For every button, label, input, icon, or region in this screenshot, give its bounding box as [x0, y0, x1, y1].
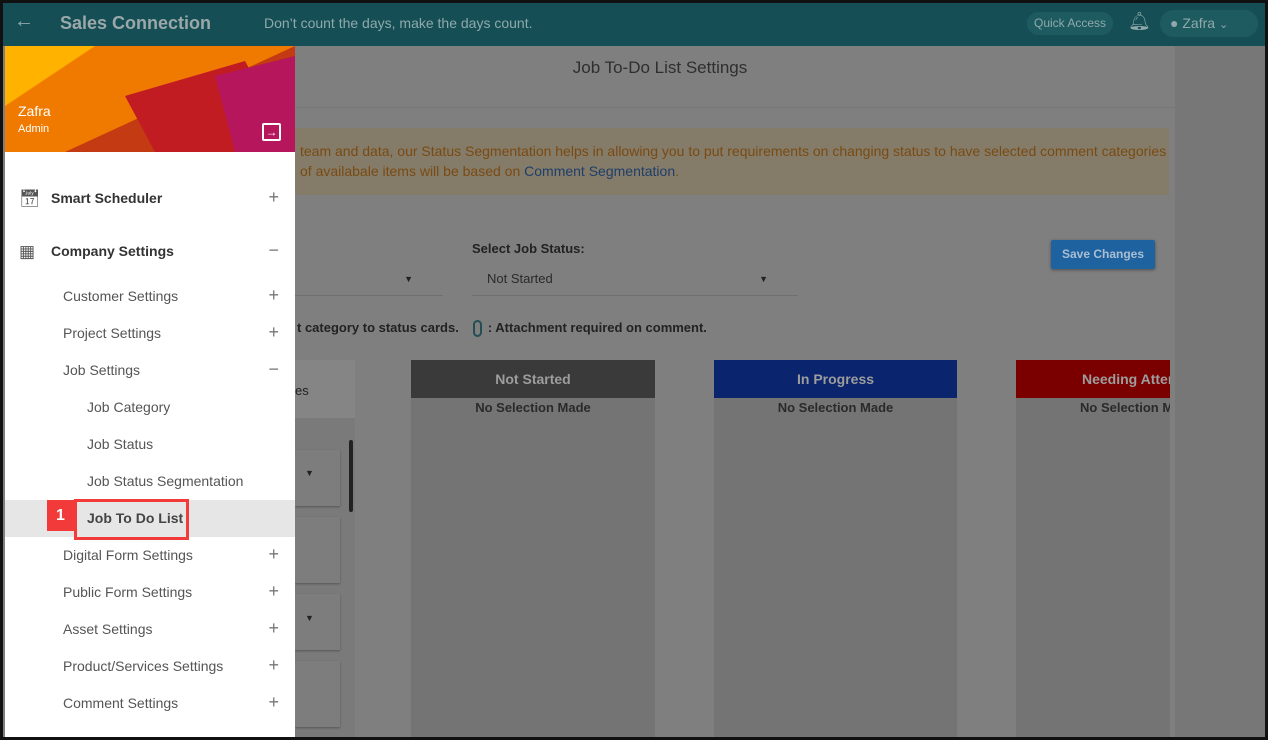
sidebar-item-customer-settings[interactable]: Customer Settings +: [5, 278, 295, 315]
caret-down-icon: ▼: [305, 468, 314, 478]
banner-line-2: of availabale items will be based on: [300, 163, 525, 179]
divider: [295, 107, 1175, 108]
status-card-header: In Progress: [714, 360, 957, 398]
legend: t category to status cards. : Attachment …: [297, 320, 707, 338]
label: Company Settings: [51, 243, 174, 259]
tagline: Don’t count the days, make the days coun…: [264, 15, 533, 31]
label: Project Settings: [63, 325, 162, 341]
label: Job Status Segmentation: [87, 473, 244, 489]
back-arrow-icon[interactable]: ←: [14, 10, 34, 33]
category-card[interactable]: ▼: [295, 594, 340, 650]
right-gutter: [1175, 46, 1265, 737]
banner-line-1: team and data, our Status Segmentation h…: [300, 143, 1167, 159]
status-card-needing-attention: Needing Atten No Selection M: [1016, 360, 1170, 737]
page-title: Job To-Do List Settings: [572, 58, 748, 77]
caret-down-icon: ▼: [305, 613, 314, 623]
expand-icon[interactable]: +: [268, 581, 279, 602]
building-icon: ▦: [19, 242, 36, 261]
sidebar-item-job-settings[interactable]: Job Settings −: [5, 352, 295, 389]
banner-period: .: [675, 163, 679, 179]
category-card[interactable]: [295, 661, 340, 727]
label: Public Form Settings: [63, 584, 193, 600]
status-card-body: No Selection Made: [777, 400, 894, 415]
banner-art: [5, 46, 295, 152]
expand-icon[interactable]: +: [268, 655, 279, 676]
expand-icon[interactable]: +: [268, 544, 279, 565]
label: Product/Services Settings: [63, 658, 224, 674]
logout-icon[interactable]: →: [262, 123, 281, 141]
category-column-header: es: [295, 360, 355, 418]
sidebar-item-job-category[interactable]: Job Category: [5, 389, 295, 426]
status-card-header: Not Started: [411, 360, 655, 398]
scrollbar[interactable]: [349, 440, 353, 512]
label: Digital Form Settings: [63, 547, 193, 563]
label: Job Status: [87, 436, 154, 452]
sidebar-item-asset-settings[interactable]: Asset Settings +: [5, 611, 295, 648]
label: Customer Settings: [63, 288, 179, 304]
quick-access-button[interactable]: Quick Access: [1027, 12, 1114, 35]
label: Asset Settings: [63, 621, 153, 637]
sidebar-profile-banner: [5, 46, 295, 152]
paperclip-icon: [472, 320, 482, 338]
user-menu[interactable]: ● Zafra ⌄: [1160, 10, 1258, 37]
category-card[interactable]: ▼: [295, 450, 340, 506]
select-job-status-label: Select Job Status:: [472, 241, 585, 256]
comment-segmentation-link[interactable]: Comment Segmentation: [524, 163, 675, 179]
label: Job Settings: [63, 362, 141, 378]
expand-icon[interactable]: +: [268, 322, 279, 343]
sidebar-item-job-status[interactable]: Job Status: [5, 426, 295, 463]
expand-icon[interactable]: +: [268, 692, 279, 713]
sidebar-item-smart-scheduler[interactable]: 📅︎ Smart Scheduler +: [5, 180, 295, 217]
status-card-in-progress: In Progress No Selection Made: [714, 360, 957, 737]
sidebar-item-product-services-settings[interactable]: Product/Services Settings +: [5, 648, 295, 685]
job-status-value: Not Started: [487, 271, 553, 286]
brand-title: Sales Connection: [60, 13, 212, 33]
expand-icon[interactable]: +: [268, 187, 279, 208]
user-icon: ●: [1170, 15, 1179, 31]
sidebar-item-comment-settings[interactable]: Comment Settings +: [5, 685, 295, 722]
category-card[interactable]: [295, 517, 340, 583]
sidebar-user-role: Admin: [18, 123, 50, 135]
sidebar-item-project-settings[interactable]: Project Settings +: [5, 315, 295, 352]
status-card-not-started: Not Started No Selection Made: [411, 360, 655, 737]
label: Comment Settings: [63, 695, 179, 711]
info-banner: team and data, our Status Segmentation h…: [295, 128, 1169, 195]
step-badge: 1: [47, 500, 74, 531]
collapse-icon[interactable]: −: [268, 240, 279, 261]
expand-icon[interactable]: +: [268, 285, 279, 306]
collapse-icon[interactable]: −: [268, 359, 279, 380]
top-bar: ← Sales Connection Don’t count the days,…: [0, 0, 1268, 46]
caret-down-icon: ▼: [404, 274, 413, 284]
save-changes-button[interactable]: Save Changes: [1051, 240, 1155, 269]
sidebar-item-digital-form-settings[interactable]: Digital Form Settings +: [5, 537, 295, 574]
status-card-body: No Selection Made: [475, 400, 591, 415]
legend-category-text: t category to status cards.: [297, 320, 459, 335]
calendar-icon: 📅︎: [19, 189, 41, 208]
category-select[interactable]: ▼: [295, 266, 443, 296]
label: Smart Scheduler: [51, 190, 163, 206]
chevron-down-icon: ⌄: [1218, 19, 1229, 31]
caret-down-icon: ▼: [759, 274, 768, 284]
job-status-select[interactable]: Not Started ▼: [472, 266, 798, 296]
status-card-header: Needing Atten: [1016, 360, 1170, 398]
legend-attachment-text: : Attachment required on comment.: [487, 320, 707, 335]
label: Job Category: [87, 399, 171, 415]
bell-icon[interactable]: 🔔︎: [1128, 11, 1151, 32]
sidebar-item-public-form-settings[interactable]: Public Form Settings +: [5, 574, 295, 611]
highlight-box: [74, 499, 189, 540]
expand-icon[interactable]: +: [268, 618, 279, 639]
status-card-body: No Selection M: [1080, 400, 1170, 415]
sidebar-user-name: Zafra: [18, 103, 51, 119]
sidebar-item-company-settings[interactable]: ▦ Company Settings −: [5, 233, 295, 270]
user-name: Zafra: [1182, 15, 1216, 31]
sidebar-item-job-status-segmentation[interactable]: Job Status Segmentation: [5, 463, 295, 500]
